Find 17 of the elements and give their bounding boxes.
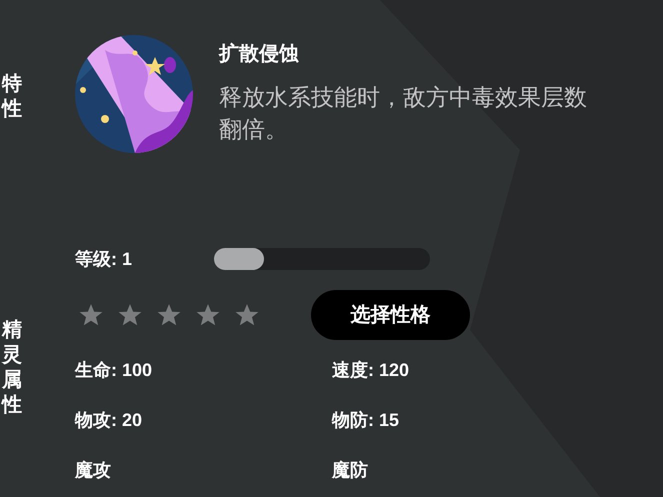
star-icon[interactable] [117, 302, 143, 328]
trait-description: 释放水系技能时，敌方中毒效果层数翻倍。 [219, 83, 588, 144]
star-icon[interactable] [78, 302, 104, 328]
star-icon[interactable] [195, 302, 221, 328]
trait-title: 扩散侵蚀 [219, 42, 300, 67]
star-icon[interactable] [234, 302, 260, 328]
stat-text: 物防: 15 [332, 409, 400, 432]
stat-text: 魔攻 [75, 459, 112, 482]
section-label: 特性 [2, 72, 23, 122]
stat-text: 速度: 120 [332, 359, 410, 382]
section-label: 精灵属性 [2, 318, 23, 418]
star-icon[interactable] [156, 302, 182, 328]
select-nature-button[interactable]: 选择性格 [311, 290, 470, 340]
stat-text: 魔防 [332, 459, 369, 482]
level-label: 等级: 1 [75, 248, 134, 270]
stat-text: 物攻: 20 [75, 409, 144, 432]
stat-text: 生命: 100 [75, 359, 154, 382]
